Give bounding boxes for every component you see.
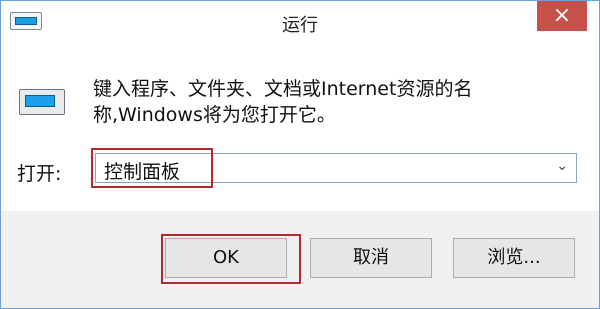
run-dialog: 运行 × 键入程序、文件夹、文档或Internet资源的名称,Windows将为… — [0, 0, 600, 309]
description-text: 键入程序、文件夹、文档或Internet资源的名称,Windows将为您打开它。 — [93, 78, 473, 126]
input-highlight-box — [91, 148, 213, 188]
window-title: 运行 — [282, 15, 318, 36]
title-bar: 运行 × — [1, 1, 599, 41]
run-icon-screen — [25, 95, 55, 107]
chevron-down-icon[interactable]: ⌄ — [556, 158, 568, 174]
run-program-icon — [19, 89, 65, 115]
cancel-button[interactable]: 取消 — [310, 238, 432, 278]
open-label: 打开: — [17, 163, 62, 185]
button-bar: OK 取消 浏览... — [1, 211, 599, 308]
close-icon[interactable]: × — [537, 1, 587, 31]
dialog-content: 键入程序、文件夹、文档或Internet资源的名称,Windows将为您打开它。… — [1, 41, 599, 211]
browse-button[interactable]: 浏览... — [453, 238, 575, 278]
ok-button[interactable]: OK — [165, 238, 287, 278]
